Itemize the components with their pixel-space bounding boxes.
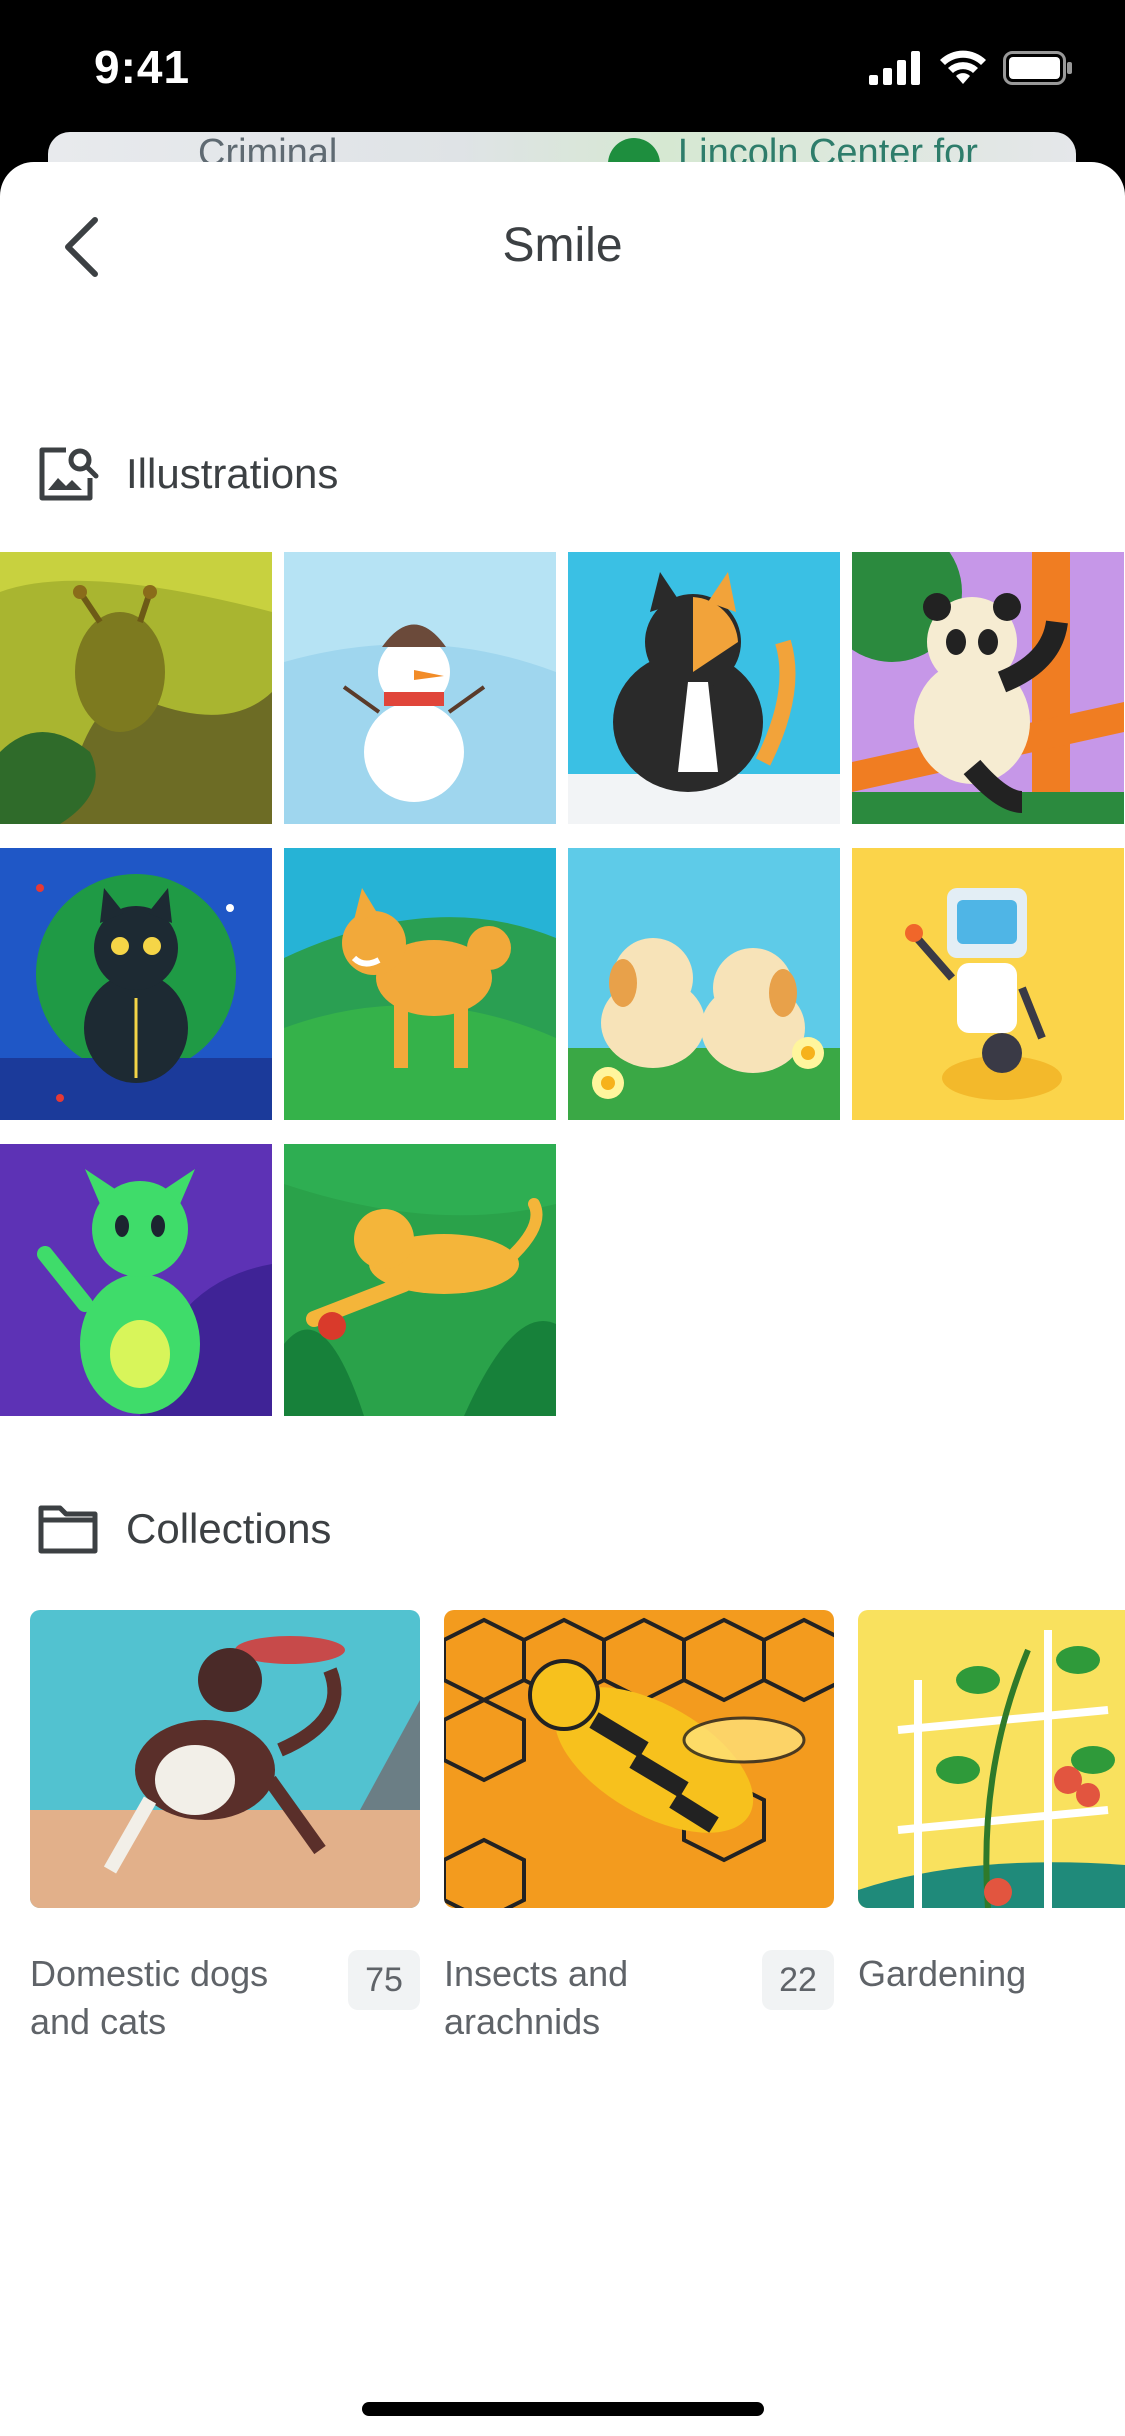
collection-count-badge: 22 [762, 1950, 834, 2010]
illustration-black-cat[interactable] [0, 848, 272, 1120]
wifi-icon [940, 50, 986, 84]
collection-image-dogs-cats [30, 1610, 420, 1908]
illustrations-heading: Illustrations [126, 450, 339, 497]
illustration-snowman[interactable] [284, 552, 556, 824]
collections-header: Collections [36, 1502, 331, 1556]
illustration-shiba-dog[interactable] [284, 848, 556, 1120]
collection-image-insects [444, 1610, 834, 1908]
collection-card-dogs-cats[interactable]: Domestic dogs and cats 75 [30, 1610, 420, 2042]
illustration-panda[interactable] [852, 552, 1124, 824]
status-time: 9:41 [94, 41, 191, 93]
illustration-calico-cat[interactable] [568, 552, 840, 824]
status-icons [869, 50, 1073, 86]
illustration-puppies[interactable] [568, 848, 840, 1120]
page-title: Smile [502, 219, 623, 272]
collection-count-badge: 75 [348, 1950, 420, 2010]
illustration-alien[interactable] [0, 1144, 272, 1416]
status-bar: 9:41 [0, 0, 1125, 135]
collection-card-gardening[interactable]: Gardening [858, 1610, 1125, 2010]
collection-image-gardening [858, 1610, 1125, 1908]
image-search-icon [39, 447, 99, 501]
collections-heading: Collections [126, 1505, 332, 1552]
illustration-golden-retriever[interactable] [284, 1144, 556, 1416]
battery-icon [1003, 51, 1072, 85]
signal-icon [869, 51, 920, 85]
collection-label: Gardening [858, 1953, 1027, 1994]
illustration-robot[interactable] [852, 848, 1124, 1120]
home-indicator[interactable] [362, 2402, 764, 2416]
collection-label: Insects and arachnids [444, 1953, 629, 2042]
collection-label: Domestic dogs and cats [30, 1953, 269, 2042]
illustration-snail[interactable] [0, 552, 272, 824]
smile-sheet: Smile Illustrations Collections Domestic… [0, 162, 1125, 2436]
collection-card-insects[interactable]: Insects and arachnids 22 [444, 1610, 834, 2042]
folder-icon [38, 1505, 98, 1554]
illustrations-header: Illustrations [36, 444, 338, 504]
